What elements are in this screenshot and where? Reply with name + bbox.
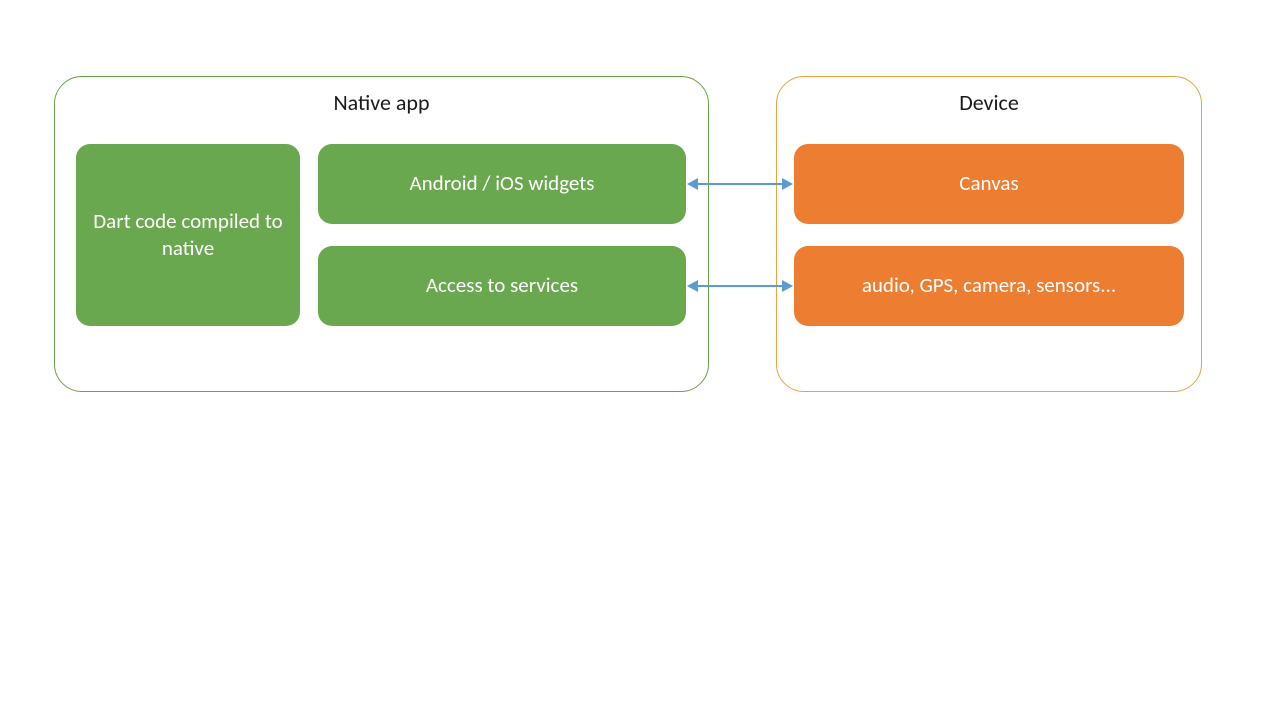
native-app-title: Native app <box>55 89 708 116</box>
widgets-label: Android / iOS widgets <box>409 170 594 197</box>
canvas-box: Canvas <box>794 144 1184 224</box>
canvas-label: Canvas <box>959 170 1018 197</box>
peripherals-label: audio, GPS, camera, sensors... <box>862 272 1116 299</box>
peripherals-box: audio, GPS, camera, sensors... <box>794 246 1184 326</box>
device-container: Device <box>776 76 1202 392</box>
dart-code-box: Dart code compiled to native <box>76 144 300 326</box>
dart-code-label: Dart code compiled to native <box>88 208 288 263</box>
services-label: Access to services <box>426 272 578 299</box>
widgets-box: Android / iOS widgets <box>318 144 686 224</box>
device-title: Device <box>777 89 1201 116</box>
services-box: Access to services <box>318 246 686 326</box>
